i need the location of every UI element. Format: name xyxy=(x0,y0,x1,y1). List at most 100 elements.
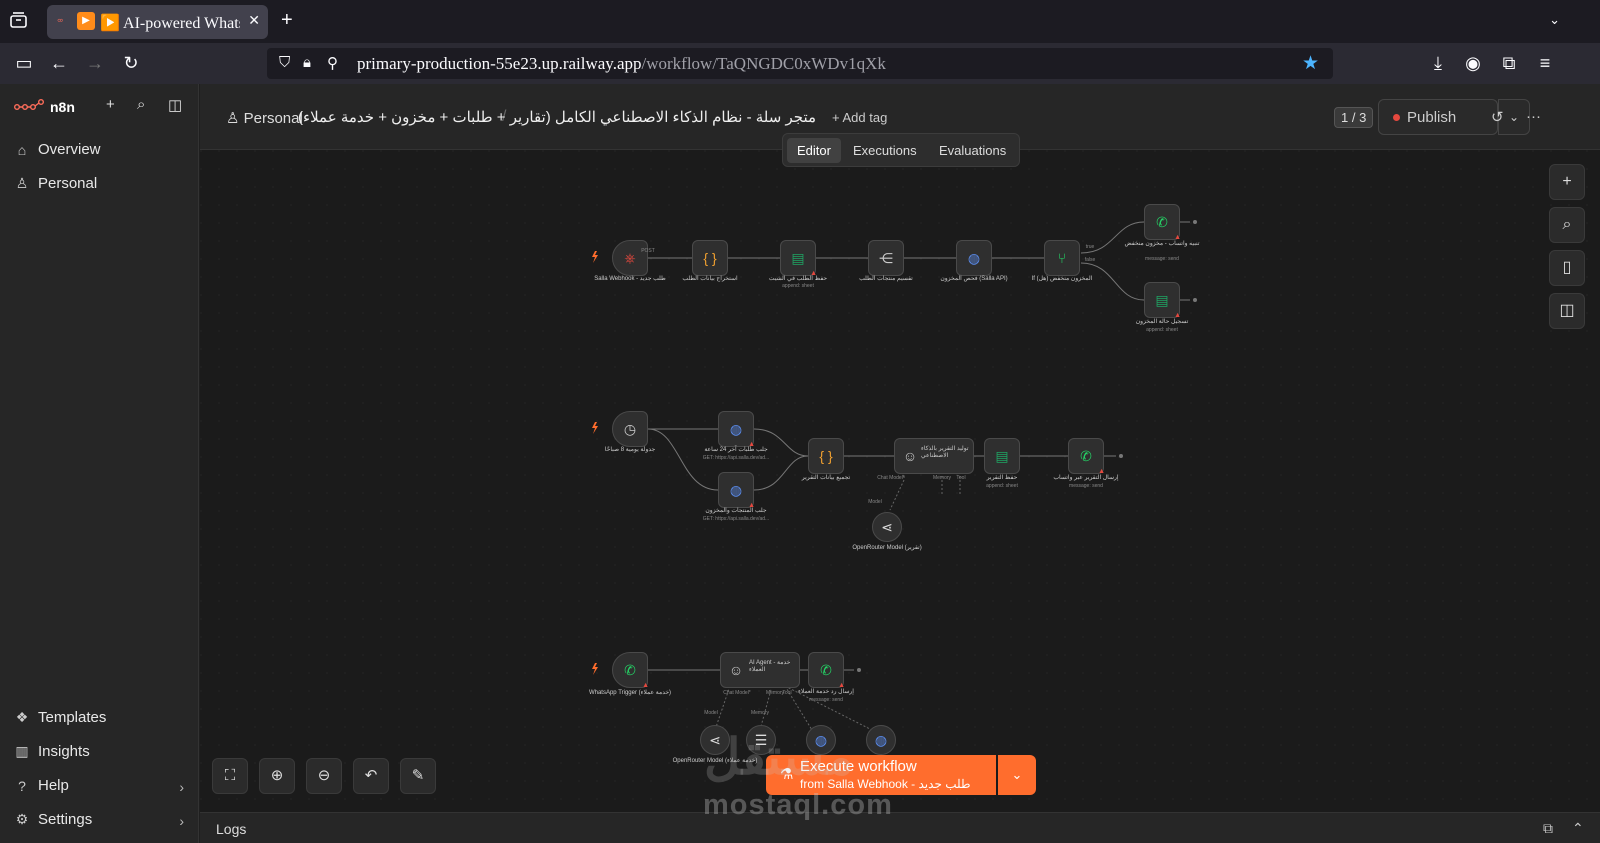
node-ai-agent-customer-service[interactable]: ☺ AI Agent - خدمة العملاء xyxy=(720,652,800,688)
more-options-icon[interactable]: ··· xyxy=(1526,108,1541,125)
extensions-icon[interactable]: ⧉ xyxy=(1498,53,1520,74)
node-label: جدولة يومية 8 صباحًا xyxy=(604,447,656,453)
zoom-in-button[interactable]: ⊕ xyxy=(259,758,295,794)
node-check-stock[interactable]: ◍ xyxy=(956,240,992,276)
sidebar-item-label: Settings xyxy=(38,811,93,828)
breadcrumb-project[interactable]: ♙ Personal xyxy=(226,109,303,127)
publish-button[interactable]: Publish xyxy=(1378,99,1498,135)
node-salla-webhook[interactable]: ⎈ xyxy=(612,240,648,276)
new-tab-icon[interactable]: + xyxy=(281,9,293,32)
node-if-low-stock[interactable]: ⑂ xyxy=(1044,240,1080,276)
page-counter: 1 / 3 xyxy=(1334,107,1374,128)
node-label: تسجيل حالة المخزون xyxy=(1135,319,1189,325)
search-icon[interactable]: ⌕ xyxy=(137,96,145,113)
node-send-report-whatsapp[interactable]: ✆ ▲ xyxy=(1068,438,1105,475)
publish-label: Publish xyxy=(1407,109,1457,126)
undo-icon: ↶ xyxy=(364,767,378,784)
code-braces-icon: { } xyxy=(703,250,717,266)
tab-executions[interactable]: Executions xyxy=(843,138,927,163)
node-label: إرسال رد خدمة العملاء xyxy=(798,689,854,695)
fit-view-button[interactable]: ⛶ xyxy=(212,758,248,794)
node-label: تنبيه واتساب - مخزون منخفض xyxy=(1124,241,1200,247)
port-label: Memory xyxy=(750,710,770,716)
node-http-tool-2[interactable]: ◍ xyxy=(866,725,896,755)
browser-tab-active[interactable]: ◦◦ ▶ ▶️ AI-powered WhatsApp ✕ xyxy=(47,5,268,39)
add-tag-button[interactable]: + Add tag xyxy=(832,110,887,125)
node-split-products[interactable]: ⋲ xyxy=(868,240,904,276)
url-bar[interactable]: ⛉ 🔒︎ ⚲ primary-production-55e23.up.railw… xyxy=(267,48,1333,79)
sidebar-item-help[interactable]: ? Help xyxy=(14,777,185,794)
broom-icon: ✎ xyxy=(411,767,425,784)
sidebar-item-insights[interactable]: ▥ Insights xyxy=(14,743,89,760)
node-label: AI Agent - خدمة العملاء xyxy=(749,660,791,673)
warning-icon: ▲ xyxy=(1174,234,1181,241)
history-icon[interactable]: ↺ xyxy=(1491,108,1504,126)
back-icon[interactable]: ← xyxy=(48,53,70,74)
sidebar-item-overview[interactable]: ⌂ Overview xyxy=(14,141,101,158)
robot-icon: ☺ xyxy=(728,662,744,678)
collapse-sidebar-icon[interactable]: ◫ xyxy=(168,96,182,114)
sticky-note-button[interactable]: ▯ xyxy=(1549,250,1585,286)
create-icon[interactable]: + xyxy=(106,96,115,113)
n8n-logo[interactable]: n8n xyxy=(14,98,75,115)
user-icon: ♙ xyxy=(226,110,244,127)
workflow-title[interactable]: متجر سلة - نظام الذكاء الاصطناعي الكامل … xyxy=(298,108,816,126)
sidebar-item-templates[interactable]: ❖ Templates xyxy=(14,709,107,726)
logs-panel-bar[interactable]: Logs ⧉ ⌃ xyxy=(200,812,1600,843)
node-subtitle: message: send xyxy=(1145,256,1179,262)
node-daily-schedule[interactable]: ◷ xyxy=(612,411,648,447)
templates-icon: ❖ xyxy=(15,709,29,725)
if-branch-icon: ⑂ xyxy=(1057,250,1067,266)
settings-icon: ⚙ xyxy=(15,811,29,827)
tab-overview-icon[interactable] xyxy=(8,10,30,32)
fit-view-icon: ⛶ xyxy=(224,767,236,784)
node-label: جلب طلبات آخر 24 ساعة xyxy=(704,447,768,453)
url-host: primary-production-55e23.up.railway.app xyxy=(357,54,642,73)
zoom-out-button[interactable]: ⊖ xyxy=(306,758,342,794)
workflow-canvas[interactable]: ⎈ POST Salla Webhook - طلب جديد { } استخ… xyxy=(200,150,1600,812)
brand-name: n8n xyxy=(50,98,75,115)
tab-evaluations[interactable]: Evaluations xyxy=(929,138,1016,163)
account-icon[interactable]: ◉ xyxy=(1462,53,1484,74)
node-aggregate-report[interactable]: { } xyxy=(808,438,844,474)
node-extract-order[interactable]: { } xyxy=(692,240,728,276)
node-send-cs-reply[interactable]: ✆ ▲ xyxy=(808,652,845,689)
list-tabs-icon[interactable]: ⌄ xyxy=(1549,12,1560,28)
node-ai-report-generator[interactable]: ☺ توليد التقرير بالذكاء الاصطناعي xyxy=(894,438,974,474)
node-whatsapp-trigger[interactable]: ✆ ▲ xyxy=(612,652,649,689)
node-save-report[interactable]: ▤ xyxy=(984,438,1020,474)
node-fetch-orders-24h[interactable]: ◍ ▲ xyxy=(718,411,755,448)
node-subtitle: GET: https://api.salla.dev/ad... xyxy=(702,455,770,461)
node-whatsapp-low-stock-alert[interactable]: ✆ ▲ xyxy=(1144,204,1181,241)
browser-nav-bar: ▭ ← → ↻ ⛉ 🔒︎ ⚲ primary-production-55e23.… xyxy=(0,43,1600,84)
close-tab-icon[interactable]: ✕ xyxy=(248,12,260,29)
home-icon: ⌂ xyxy=(17,141,27,158)
settings-chevron-icon: › xyxy=(179,813,184,829)
chevron-up-icon[interactable]: ⌃ xyxy=(1572,820,1584,837)
node-save-order-sheet[interactable]: ▤ ▲ xyxy=(780,240,817,277)
tab-editor[interactable]: Editor xyxy=(787,138,841,163)
reload-icon[interactable]: ↻ xyxy=(120,53,142,74)
sidebar-toggle-icon[interactable]: ▭ xyxy=(13,53,35,74)
forward-icon[interactable]: → xyxy=(84,53,106,74)
toggle-panel-button[interactable]: ◫ xyxy=(1549,293,1585,329)
undo-button[interactable]: ↶ xyxy=(353,758,389,794)
search-nodes-button[interactable]: ⌕ xyxy=(1549,207,1585,243)
chevron-down-icon: ⌄ xyxy=(1011,767,1023,782)
add-node-button[interactable]: + xyxy=(1549,164,1585,200)
node-fetch-products-stock[interactable]: ◍ ▲ xyxy=(718,472,755,509)
sidebar-item-label: Overview xyxy=(38,141,101,158)
node-log-stock-status[interactable]: ▤ ▲ xyxy=(1144,282,1181,319)
node-openrouter-report[interactable]: ⋖ xyxy=(872,512,902,542)
sidebar-item-settings[interactable]: ⚙ Settings xyxy=(14,811,92,828)
tab-title: ▶️ AI-powered WhatsApp xyxy=(100,15,240,32)
downloads-icon[interactable]: ⤓ xyxy=(1427,53,1449,74)
execute-dropdown-button[interactable]: ⌄ xyxy=(998,755,1036,795)
bookmark-star-icon[interactable]: ★ xyxy=(1302,52,1319,75)
menu-icon[interactable]: ≡ xyxy=(1534,53,1556,74)
tidy-up-button[interactable]: ✎ xyxy=(400,758,436,794)
node-subtitle: append: sheet xyxy=(782,283,814,289)
sidebar-item-personal[interactable]: ♙ Personal xyxy=(14,175,97,192)
warning-icon: ▲ xyxy=(838,682,845,689)
pop-out-icon[interactable]: ⧉ xyxy=(1543,820,1553,837)
